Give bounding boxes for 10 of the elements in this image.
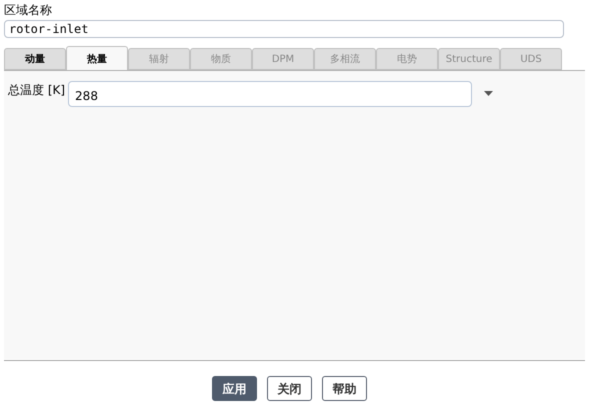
tab[interactable]: 热量	[66, 46, 128, 71]
caret-down-icon	[484, 90, 493, 96]
zone-name-field[interactable]: rotor-inlet	[4, 20, 564, 38]
field-label: 区域名称	[4, 2, 52, 18]
dialog-button[interactable]: 帮助	[322, 376, 367, 401]
tab[interactable]: 动量	[4, 48, 66, 70]
field-label: 总温度 [K]	[8, 82, 66, 98]
dialog-button[interactable]: 应用	[212, 376, 257, 401]
temperature-field[interactable]: 288	[68, 81, 472, 107]
dialog-button[interactable]: 关闭	[267, 376, 312, 401]
